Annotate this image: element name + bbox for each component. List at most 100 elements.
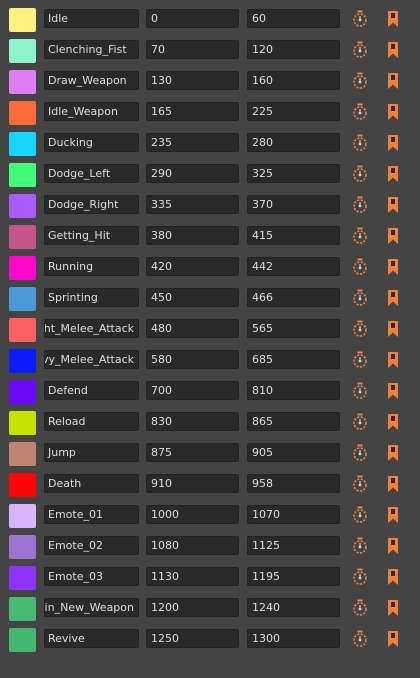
bookmark-icon[interactable] [386, 134, 400, 152]
timer-icon[interactable] [352, 41, 368, 59]
start-frame-field[interactable]: 235 [146, 133, 239, 152]
timer-icon[interactable] [352, 103, 368, 121]
timer-icon[interactable] [352, 134, 368, 152]
bookmark-icon[interactable] [386, 568, 400, 586]
start-frame-field[interactable]: 0 [146, 9, 239, 28]
clip-name-field[interactable]: Emote_03 [44, 567, 139, 586]
start-frame-field[interactable]: 1080 [146, 536, 239, 555]
bookmark-icon[interactable] [386, 10, 400, 28]
clip-name-field[interactable]: Ducking [44, 133, 139, 152]
color-swatch[interactable] [9, 256, 36, 280]
start-frame-field[interactable]: 700 [146, 381, 239, 400]
start-frame-field[interactable]: 830 [146, 412, 239, 431]
clip-name-field[interactable]: Dodge_Right [44, 195, 139, 214]
color-swatch[interactable] [9, 442, 36, 466]
timer-icon[interactable] [352, 165, 368, 183]
clip-name-field[interactable]: Heavy_Melee_Attack [44, 350, 139, 369]
end-frame-field[interactable]: 466 [247, 288, 340, 307]
color-swatch[interactable] [9, 535, 36, 559]
color-swatch[interactable] [9, 70, 36, 94]
end-frame-field[interactable]: 442 [247, 257, 340, 276]
timer-icon[interactable] [352, 382, 368, 400]
timer-icon[interactable] [352, 537, 368, 555]
bookmark-icon[interactable] [386, 196, 400, 214]
start-frame-field[interactable]: 1250 [146, 629, 239, 648]
color-swatch[interactable] [9, 504, 36, 528]
end-frame-field[interactable]: 1240 [247, 598, 340, 617]
clip-name-field[interactable]: Clenching_Fist [44, 40, 139, 59]
start-frame-field[interactable]: 910 [146, 474, 239, 493]
start-frame-field[interactable]: 450 [146, 288, 239, 307]
timer-icon[interactable] [352, 258, 368, 276]
end-frame-field[interactable]: 1300 [247, 629, 340, 648]
timer-icon[interactable] [352, 289, 368, 307]
end-frame-field[interactable]: 225 [247, 102, 340, 121]
clip-name-field[interactable]: Sprinting [44, 288, 139, 307]
bookmark-icon[interactable] [386, 382, 400, 400]
end-frame-field[interactable]: 810 [247, 381, 340, 400]
clip-name-field[interactable]: Light_Melee_Attack [44, 319, 139, 338]
bookmark-icon[interactable] [386, 227, 400, 245]
bookmark-icon[interactable] [386, 103, 400, 121]
color-swatch[interactable] [9, 473, 36, 497]
bookmark-icon[interactable] [386, 320, 400, 338]
start-frame-field[interactable]: 70 [146, 40, 239, 59]
end-frame-field[interactable]: 120 [247, 40, 340, 59]
clip-name-field[interactable]: Jump [44, 443, 139, 462]
bookmark-icon[interactable] [386, 165, 400, 183]
bookmark-icon[interactable] [386, 72, 400, 90]
timer-icon[interactable] [352, 630, 368, 648]
clip-name-field[interactable]: Idle_Weapon [44, 102, 139, 121]
bookmark-icon[interactable] [386, 444, 400, 462]
color-swatch[interactable] [9, 411, 36, 435]
start-frame-field[interactable]: 1000 [146, 505, 239, 524]
end-frame-field[interactable]: 415 [247, 226, 340, 245]
clip-name-field[interactable]: Emote_01 [44, 505, 139, 524]
start-frame-field[interactable]: 130 [146, 71, 239, 90]
end-frame-field[interactable]: 370 [247, 195, 340, 214]
end-frame-field[interactable]: 685 [247, 350, 340, 369]
bookmark-icon[interactable] [386, 413, 400, 431]
bookmark-icon[interactable] [386, 506, 400, 524]
color-swatch[interactable] [9, 101, 36, 125]
timer-icon[interactable] [352, 475, 368, 493]
color-swatch[interactable] [9, 597, 36, 621]
clip-name-field[interactable]: Running [44, 257, 139, 276]
color-swatch[interactable] [9, 287, 36, 311]
end-frame-field[interactable]: 1195 [247, 567, 340, 586]
end-frame-field[interactable]: 1070 [247, 505, 340, 524]
bookmark-icon[interactable] [386, 537, 400, 555]
start-frame-field[interactable]: 1200 [146, 598, 239, 617]
clip-name-field[interactable]: Idle [44, 9, 139, 28]
timer-icon[interactable] [352, 506, 368, 524]
color-swatch[interactable] [9, 39, 36, 63]
color-swatch[interactable] [9, 349, 36, 373]
start-frame-field[interactable]: 290 [146, 164, 239, 183]
color-swatch[interactable] [9, 194, 36, 218]
timer-icon[interactable] [352, 413, 368, 431]
start-frame-field[interactable]: 420 [146, 257, 239, 276]
start-frame-field[interactable]: 875 [146, 443, 239, 462]
bookmark-icon[interactable] [386, 630, 400, 648]
clip-name-field[interactable]: Getting_Hit [44, 226, 139, 245]
end-frame-field[interactable]: 280 [247, 133, 340, 152]
bookmark-icon[interactable] [386, 289, 400, 307]
end-frame-field[interactable]: 958 [247, 474, 340, 493]
timer-icon[interactable] [352, 227, 368, 245]
start-frame-field[interactable]: 335 [146, 195, 239, 214]
start-frame-field[interactable]: 1130 [146, 567, 239, 586]
end-frame-field[interactable]: 325 [247, 164, 340, 183]
timer-icon[interactable] [352, 351, 368, 369]
clip-name-field[interactable]: Reload [44, 412, 139, 431]
timer-icon[interactable] [352, 72, 368, 90]
bookmark-icon[interactable] [386, 41, 400, 59]
clip-name-field[interactable]: Defend [44, 381, 139, 400]
timer-icon[interactable] [352, 568, 368, 586]
bookmark-icon[interactable] [386, 351, 400, 369]
clip-name-field[interactable]: Death [44, 474, 139, 493]
timer-icon[interactable] [352, 196, 368, 214]
timer-icon[interactable] [352, 10, 368, 28]
bookmark-icon[interactable] [386, 475, 400, 493]
end-frame-field[interactable]: 905 [247, 443, 340, 462]
color-swatch[interactable] [9, 132, 36, 156]
